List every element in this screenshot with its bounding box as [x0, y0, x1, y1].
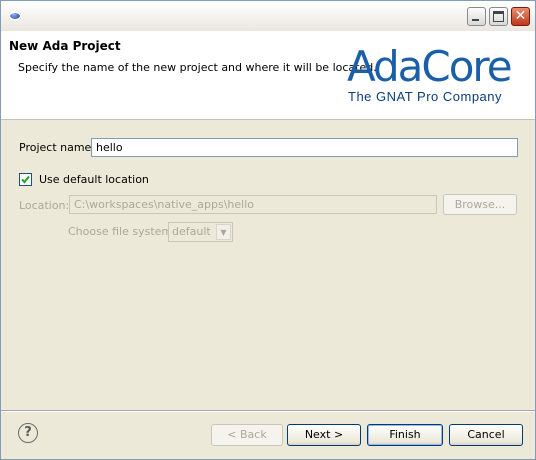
- footer-separator: [1, 410, 535, 412]
- page-description: Specify the name of the new project and …: [18, 61, 377, 74]
- finish-button[interactable]: Finish: [367, 424, 443, 446]
- next-button[interactable]: Next >: [287, 424, 361, 446]
- back-button[interactable]: < Back: [211, 424, 283, 446]
- location-input[interactable]: C:\workspaces\native_apps\hello: [69, 195, 437, 214]
- project-name-input[interactable]: hello: [91, 138, 518, 157]
- file-system-select[interactable]: default ▼: [168, 222, 233, 242]
- page-title: New Ada Project: [9, 39, 121, 53]
- close-button[interactable]: ✕: [511, 7, 530, 26]
- use-default-location-checkbox[interactable]: [19, 173, 32, 186]
- minimize-button[interactable]: [467, 7, 486, 26]
- adacore-logo: AdaCore The GNAT Pro Company: [347, 45, 517, 105]
- cancel-button[interactable]: Cancel: [449, 424, 523, 446]
- browse-button[interactable]: Browse...: [443, 194, 517, 215]
- logo-tagline: The GNAT Pro Company: [348, 89, 503, 104]
- use-default-location-label[interactable]: Use default location: [39, 173, 149, 186]
- logo-wordmark: AdaCore: [347, 42, 513, 91]
- project-name-label-text: Project name:: [19, 141, 96, 154]
- chevron-down-icon[interactable]: ▼: [216, 224, 231, 240]
- file-system-value: default: [172, 225, 211, 238]
- maximize-button[interactable]: [489, 7, 508, 26]
- dialog-window: ✕ New Ada Project Specify the name of th…: [0, 0, 536, 460]
- checkmark-icon: [21, 175, 30, 184]
- file-system-label: Choose file system:: [68, 225, 176, 238]
- close-icon: ✕: [514, 8, 527, 24]
- eclipse-icon: [9, 10, 21, 22]
- help-icon[interactable]: ?: [18, 423, 38, 443]
- project-name-label: Project name:: [19, 141, 95, 154]
- title-bar[interactable]: ✕: [1, 1, 535, 31]
- wizard-banner: New Ada Project Specify the name of the …: [1, 31, 535, 120]
- location-label: Location:: [19, 199, 70, 212]
